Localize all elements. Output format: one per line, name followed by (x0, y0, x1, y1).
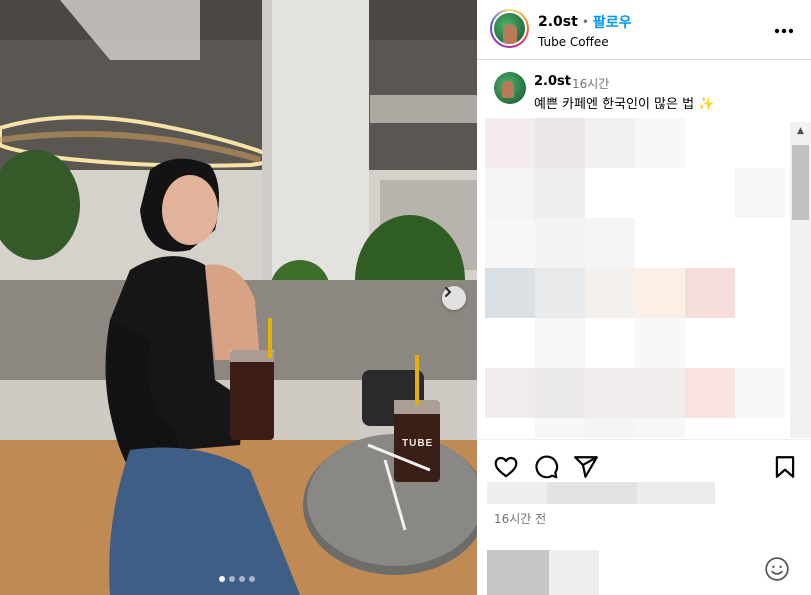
cafe-photo (0, 0, 477, 595)
comment-button[interactable] (533, 454, 559, 480)
scroll-thumb[interactable] (792, 145, 809, 220)
caption-time: 16시간 (572, 77, 610, 91)
more-icon (774, 28, 794, 34)
blur-block (585, 118, 635, 168)
post-side-panel: 2.0st • 팔로우 Tube Coffee 2.0st 16시간 예쁜 카페… (477, 0, 811, 595)
blur-block (635, 368, 685, 418)
caption-username[interactable]: 2.0st (534, 74, 571, 89)
blur-block (685, 368, 735, 418)
separator-dot: • (581, 15, 589, 29)
likes-count-blurred (487, 482, 715, 504)
carousel-dot (249, 576, 255, 582)
blur-block (735, 368, 785, 418)
carousel-indicator (219, 576, 255, 582)
caption-text: 예쁜 카페엔 한국인이 많은 법 ✨ (534, 97, 715, 112)
blur-block (535, 318, 585, 368)
post-header: 2.0st • 팔로우 Tube Coffee (477, 0, 811, 60)
cup-brand-text: TUBE (402, 438, 434, 449)
blur-block (535, 118, 585, 168)
username-link[interactable]: 2.0st (538, 14, 578, 30)
blur-block (685, 268, 735, 318)
carousel-dot (219, 576, 225, 582)
emoji-icon (765, 557, 789, 581)
carousel-dot (229, 576, 235, 582)
blur-block (485, 268, 535, 318)
blur-block (585, 268, 635, 318)
blur-block (735, 168, 785, 218)
blur-block (535, 418, 585, 438)
emoji-button[interactable] (764, 556, 790, 582)
post-timestamp: 16시간 전 (494, 512, 547, 526)
comments-scrollbar[interactable]: ▲ ▼ (790, 122, 811, 438)
blur-block (635, 118, 685, 168)
blur-block (635, 418, 685, 438)
blur-block (585, 418, 635, 438)
next-image-button[interactable] (442, 286, 466, 310)
blur-block (485, 368, 535, 418)
blur-block (485, 118, 535, 168)
post-image: TUBE (0, 0, 477, 595)
bookmark-icon (775, 456, 795, 478)
blur-block (535, 168, 585, 218)
actions-bar: 16시간 전 (477, 439, 811, 595)
save-button[interactable] (772, 454, 798, 480)
blur-block (635, 318, 685, 368)
comment-icon (535, 455, 559, 479)
blur-block (485, 168, 535, 218)
avatar[interactable] (490, 9, 529, 48)
location-link[interactable]: Tube Coffee (538, 35, 632, 49)
like-button[interactable] (493, 454, 519, 480)
share-button[interactable] (573, 454, 599, 480)
chevron-right-icon (445, 287, 451, 297)
header-text: 2.0st • 팔로우 Tube Coffee (538, 12, 632, 49)
carousel-dot (239, 576, 245, 582)
blur-block (585, 218, 635, 268)
avatar-image (492, 11, 527, 46)
share-icon (574, 456, 598, 478)
blur-block (535, 268, 585, 318)
blur-block (535, 368, 585, 418)
blur-block (635, 268, 685, 318)
more-options-button[interactable] (774, 20, 794, 38)
follow-button[interactable]: 팔로우 (593, 12, 632, 32)
comments-area[interactable]: 2.0st 16시간 예쁜 카페엔 한국인이 많은 법 ✨ ▲ (477, 61, 811, 438)
scroll-up-button[interactable]: ▲ (790, 122, 811, 139)
caption-avatar[interactable] (494, 72, 526, 104)
heart-icon (494, 456, 518, 478)
blur-block (585, 368, 635, 418)
add-comment-blurred (487, 550, 599, 595)
blur-block (485, 218, 535, 268)
blur-block (535, 218, 585, 268)
header-user-line: 2.0st • 팔로우 (538, 12, 632, 32)
